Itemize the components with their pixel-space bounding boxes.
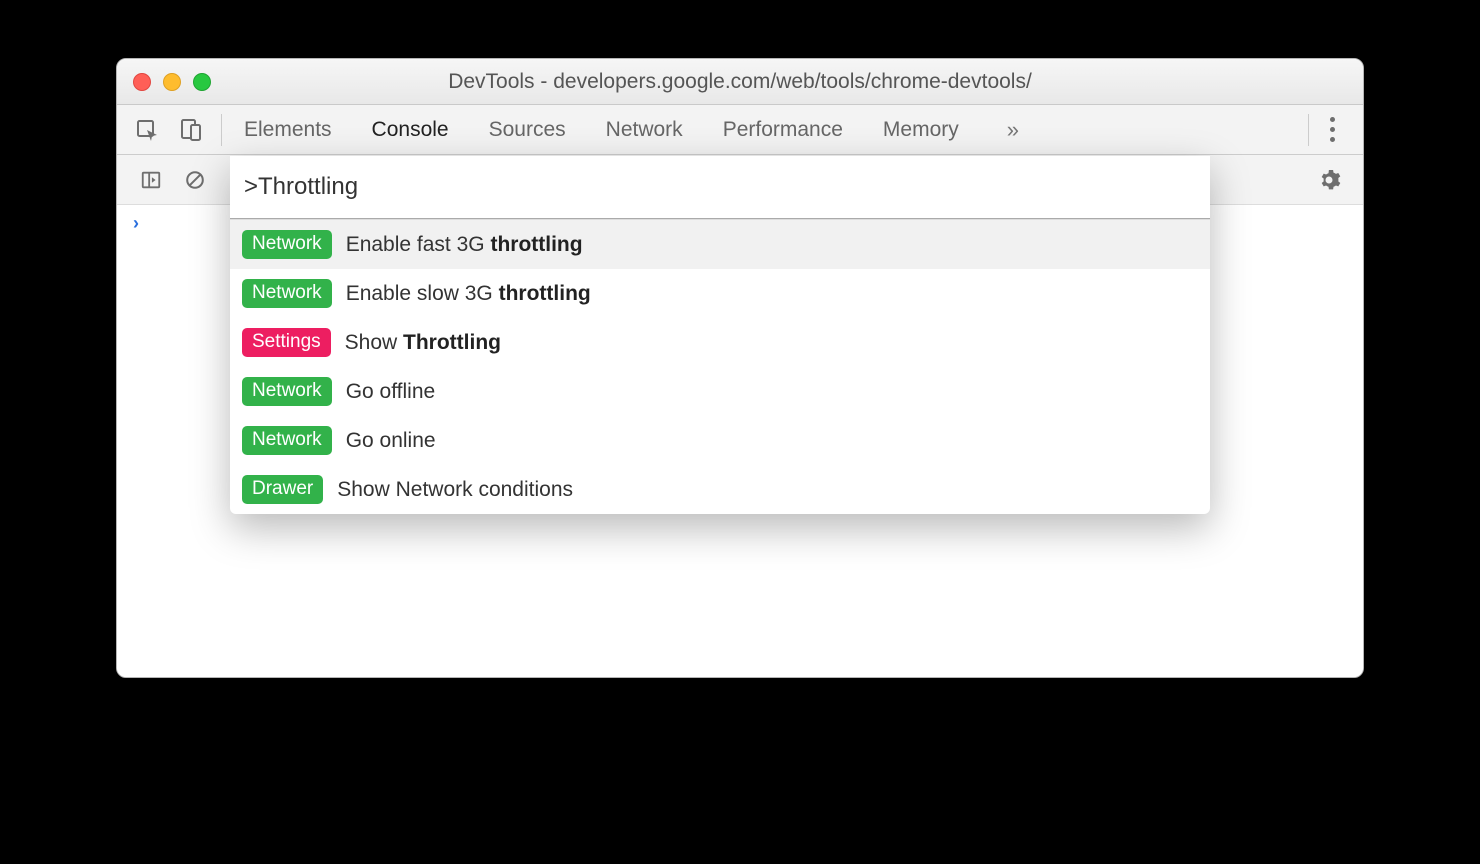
- device-toggle-icon[interactable]: [173, 112, 209, 148]
- console-settings-icon[interactable]: [1311, 162, 1347, 198]
- separator: [1308, 114, 1309, 146]
- command-menu-item-label: Enable slow 3G throttling: [346, 282, 591, 306]
- command-menu-item[interactable]: Network Go online: [230, 416, 1210, 465]
- command-menu-input[interactable]: [230, 156, 1210, 218]
- minimize-window-button[interactable]: [163, 73, 181, 91]
- zoom-window-button[interactable]: [193, 73, 211, 91]
- tab-console[interactable]: Console: [372, 118, 449, 142]
- tab-sources[interactable]: Sources: [489, 118, 566, 142]
- command-menu-item-label: Enable fast 3G throttling: [346, 233, 583, 257]
- command-menu-item-label: Show Network conditions: [337, 478, 573, 502]
- separator: [221, 114, 222, 146]
- command-menu-item[interactable]: Network Enable slow 3G throttling: [230, 269, 1210, 318]
- console-body: › NetworkEnable fast 3G throttlingNetwor…: [117, 205, 1363, 677]
- command-menu-item[interactable]: Network Go offline: [230, 367, 1210, 416]
- tab-elements[interactable]: Elements: [244, 118, 332, 142]
- command-menu: Network Enable fast 3G throttling Network E…: [230, 156, 1210, 514]
- command-menu-item[interactable]: Settings Show Throttling: [230, 318, 1210, 367]
- command-menu-item[interactable]: Drawer Show Network conditions: [230, 465, 1210, 514]
- more-options-icon[interactable]: [1317, 117, 1347, 142]
- main-toolbar: Elements Console Sources Network Perform…: [117, 105, 1363, 155]
- window-title: DevTools - developers.google.com/web/too…: [117, 70, 1363, 94]
- window-controls: [133, 73, 211, 91]
- clear-console-icon[interactable]: [177, 162, 213, 198]
- command-menu-item[interactable]: Network Enable fast 3G throttling: [230, 220, 1210, 269]
- console-prompt-icon[interactable]: ›: [133, 213, 139, 234]
- command-menu-item-label: Go online: [346, 429, 436, 453]
- network-badge: Network: [242, 230, 332, 259]
- close-window-button[interactable]: [133, 73, 151, 91]
- command-menu-item-label: Show Throttling: [345, 331, 501, 355]
- network-badge: Network: [242, 279, 332, 308]
- tab-network[interactable]: Network: [606, 118, 683, 142]
- titlebar: DevTools - developers.google.com/web/too…: [117, 59, 1363, 105]
- console-sidebar-toggle-icon[interactable]: [133, 162, 169, 198]
- inspect-element-icon[interactable]: [129, 112, 165, 148]
- command-menu-results: Network Enable fast 3G throttling Network E…: [230, 220, 1210, 514]
- drawer-badge: Drawer: [242, 475, 323, 504]
- tab-performance[interactable]: Performance: [723, 118, 843, 142]
- devtools-window: DevTools - developers.google.com/web/too…: [116, 58, 1364, 678]
- network-badge: Network: [242, 426, 332, 455]
- panel-tabs: Elements Console Sources Network Perform…: [244, 117, 1300, 143]
- network-badge: Network: [242, 377, 332, 406]
- settings-badge: Settings: [242, 328, 331, 357]
- tab-memory[interactable]: Memory: [883, 118, 959, 142]
- more-tabs-icon[interactable]: »: [1007, 117, 1019, 143]
- command-menu-item-label: Go offline: [346, 380, 436, 404]
